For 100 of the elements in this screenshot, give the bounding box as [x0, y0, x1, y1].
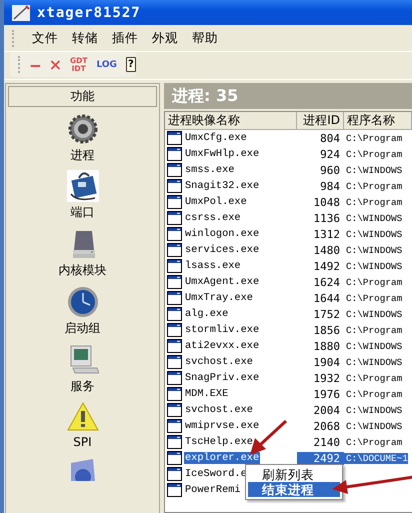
- table-cell[interactable]: UmxAgent.exe: [184, 276, 260, 288]
- menu-item[interactable]: 帮助: [185, 30, 225, 46]
- window-icon: [167, 451, 182, 465]
- table-cell-text: 1492: [312, 260, 341, 272]
- sidebar-item[interactable]: 启动组: [64, 320, 100, 337]
- table-cell-text: C:\WINDOWS: [345, 356, 402, 368]
- window-title: xtager81527: [37, 4, 141, 20]
- table-cell[interactable]: csrss.exe: [184, 212, 242, 224]
- window-icon: [167, 387, 182, 401]
- table-cell[interactable]: wmiprvse.exe: [184, 420, 260, 432]
- table-cell-text: C:\WINDOWS: [345, 260, 402, 272]
- table-cell-text: 1480: [312, 244, 341, 256]
- table-cell-text: 1624: [312, 276, 341, 288]
- table-cell-text: 2068: [312, 420, 341, 432]
- window-icon: [167, 307, 182, 321]
- window-icon: [167, 291, 182, 305]
- column-header[interactable]: 进程映像名称: [165, 112, 297, 129]
- table-cell-text: C:\Program: [345, 276, 402, 288]
- table-cell-text: 1932: [312, 372, 341, 384]
- table-cell[interactable]: svchost.exe: [184, 404, 254, 416]
- table-cell-text: 1644: [312, 292, 341, 304]
- table-cell[interactable]: explorer.exe: [184, 452, 260, 464]
- table-cell[interactable]: lsass.exe: [184, 260, 242, 272]
- window-icon: [167, 275, 182, 289]
- table-cell-text: C:\Program: [345, 436, 402, 448]
- table-cell-text: 2004: [312, 404, 341, 416]
- table-cell[interactable]: PowerRemi: [184, 484, 242, 496]
- table-cell[interactable]: UmxPol.exe: [184, 196, 248, 208]
- table-cell[interactable]: UmxCfg.exe: [184, 132, 248, 144]
- sidebar-item[interactable]: SPI: [73, 435, 92, 450]
- window-icon: [167, 243, 182, 257]
- menu-item[interactable]: 文件: [25, 30, 65, 46]
- table-cell-text: C:\WINDOWS: [345, 308, 402, 320]
- table-cell-text: C:\WINDOWS: [345, 212, 402, 224]
- window-icon: [167, 259, 182, 273]
- table-cell[interactable]: svchost.exe: [184, 356, 254, 368]
- table-cell[interactable]: SnagPriv.exe: [184, 372, 260, 384]
- table-cell-text: C:\WINDOWS: [345, 340, 402, 352]
- table-cell[interactable]: Snagit32.exe: [184, 180, 260, 192]
- table-cell[interactable]: UmxTray.exe: [184, 292, 254, 304]
- clock-icon: [66, 286, 98, 318]
- gear-icon: [66, 112, 98, 145]
- column-header[interactable]: 程序名称: [344, 112, 412, 129]
- help-button[interactable]: ?: [126, 57, 136, 72]
- sidebar-item[interactable]: 服务: [70, 378, 94, 395]
- menu-item[interactable]: 外观: [145, 30, 185, 46]
- table-cell[interactable]: TscHelp.exe: [184, 436, 254, 448]
- sidebar-header[interactable]: 功能: [8, 86, 157, 107]
- table-cell[interactable]: IceSword.e: [184, 468, 248, 480]
- menu-item[interactable]: 结束进程: [248, 482, 340, 497]
- table-cell[interactable]: ati2evxx.exe: [184, 340, 260, 352]
- table-cell-text: 1312: [312, 228, 341, 240]
- table-cell-text: 1048: [312, 196, 341, 208]
- table-cell-text: 984: [319, 180, 341, 192]
- table-cell-text: C:\Program: [345, 388, 402, 400]
- table-cell-text: 1136: [312, 212, 341, 224]
- menu-item[interactable]: 刷新列表: [248, 467, 340, 482]
- table-cell-text: 1880: [312, 340, 341, 352]
- table-cell-text: C:\Program: [345, 372, 402, 384]
- table-cell[interactable]: stormliv.exe: [184, 324, 260, 336]
- table-cell-text: C:\Program: [345, 180, 402, 192]
- table-cell[interactable]: UmxFwHlp.exe: [184, 148, 260, 160]
- table-cell: 2492: [297, 452, 344, 464]
- menu-item[interactable]: 插件: [105, 30, 145, 46]
- window-icon: [167, 211, 182, 225]
- menu-item[interactable]: 转储: [65, 30, 105, 46]
- table-cell-text: C:\Program: [345, 148, 402, 160]
- window-icon: [167, 435, 182, 449]
- table-cell[interactable]: smss.exe: [184, 164, 236, 176]
- table-cell-text: C:\Program: [345, 132, 402, 144]
- column-header[interactable]: 进程ID: [297, 112, 344, 129]
- window-icon: [167, 467, 182, 481]
- table-cell-text: C:\Program: [345, 196, 402, 208]
- sidebar-item[interactable]: 内核模块: [58, 262, 106, 280]
- table-cell-text: 1856: [312, 324, 341, 336]
- network-card-icon: [66, 170, 98, 202]
- window-icon: [167, 419, 182, 433]
- sidebar-item[interactable]: 端口: [70, 204, 94, 222]
- table-cell-text: C:\WINDOWS: [345, 164, 402, 176]
- table-cell[interactable]: services.exe: [184, 244, 260, 256]
- toolbar-button[interactable]: LOG: [96, 60, 117, 70]
- table-cell-text: 924: [319, 148, 341, 160]
- window-icon: [167, 323, 182, 337]
- table-cell-text: C:\WINDOWS: [345, 420, 402, 432]
- table-cell[interactable]: winlogon.exe: [184, 228, 260, 240]
- warning-icon: [66, 401, 98, 434]
- sidebar-item[interactable]: 进程: [70, 146, 94, 164]
- window-icon: [167, 147, 182, 161]
- panel-header: 进程: 35: [164, 83, 412, 109]
- table-cell-text: C:\WINDOWS: [345, 244, 402, 256]
- window-icon: [167, 371, 182, 385]
- table-cell-text: C:\WINDOWS: [345, 404, 402, 416]
- window-icon: [167, 195, 182, 209]
- window-icon: [167, 227, 182, 241]
- window-icon: [167, 179, 182, 193]
- table-cell[interactable]: MDM.EXE: [184, 388, 230, 400]
- window-icon: [167, 131, 182, 145]
- window-icon: [167, 339, 182, 353]
- table-cell[interactable]: alg.exe: [184, 308, 230, 320]
- table-cell-text: 804: [319, 132, 341, 144]
